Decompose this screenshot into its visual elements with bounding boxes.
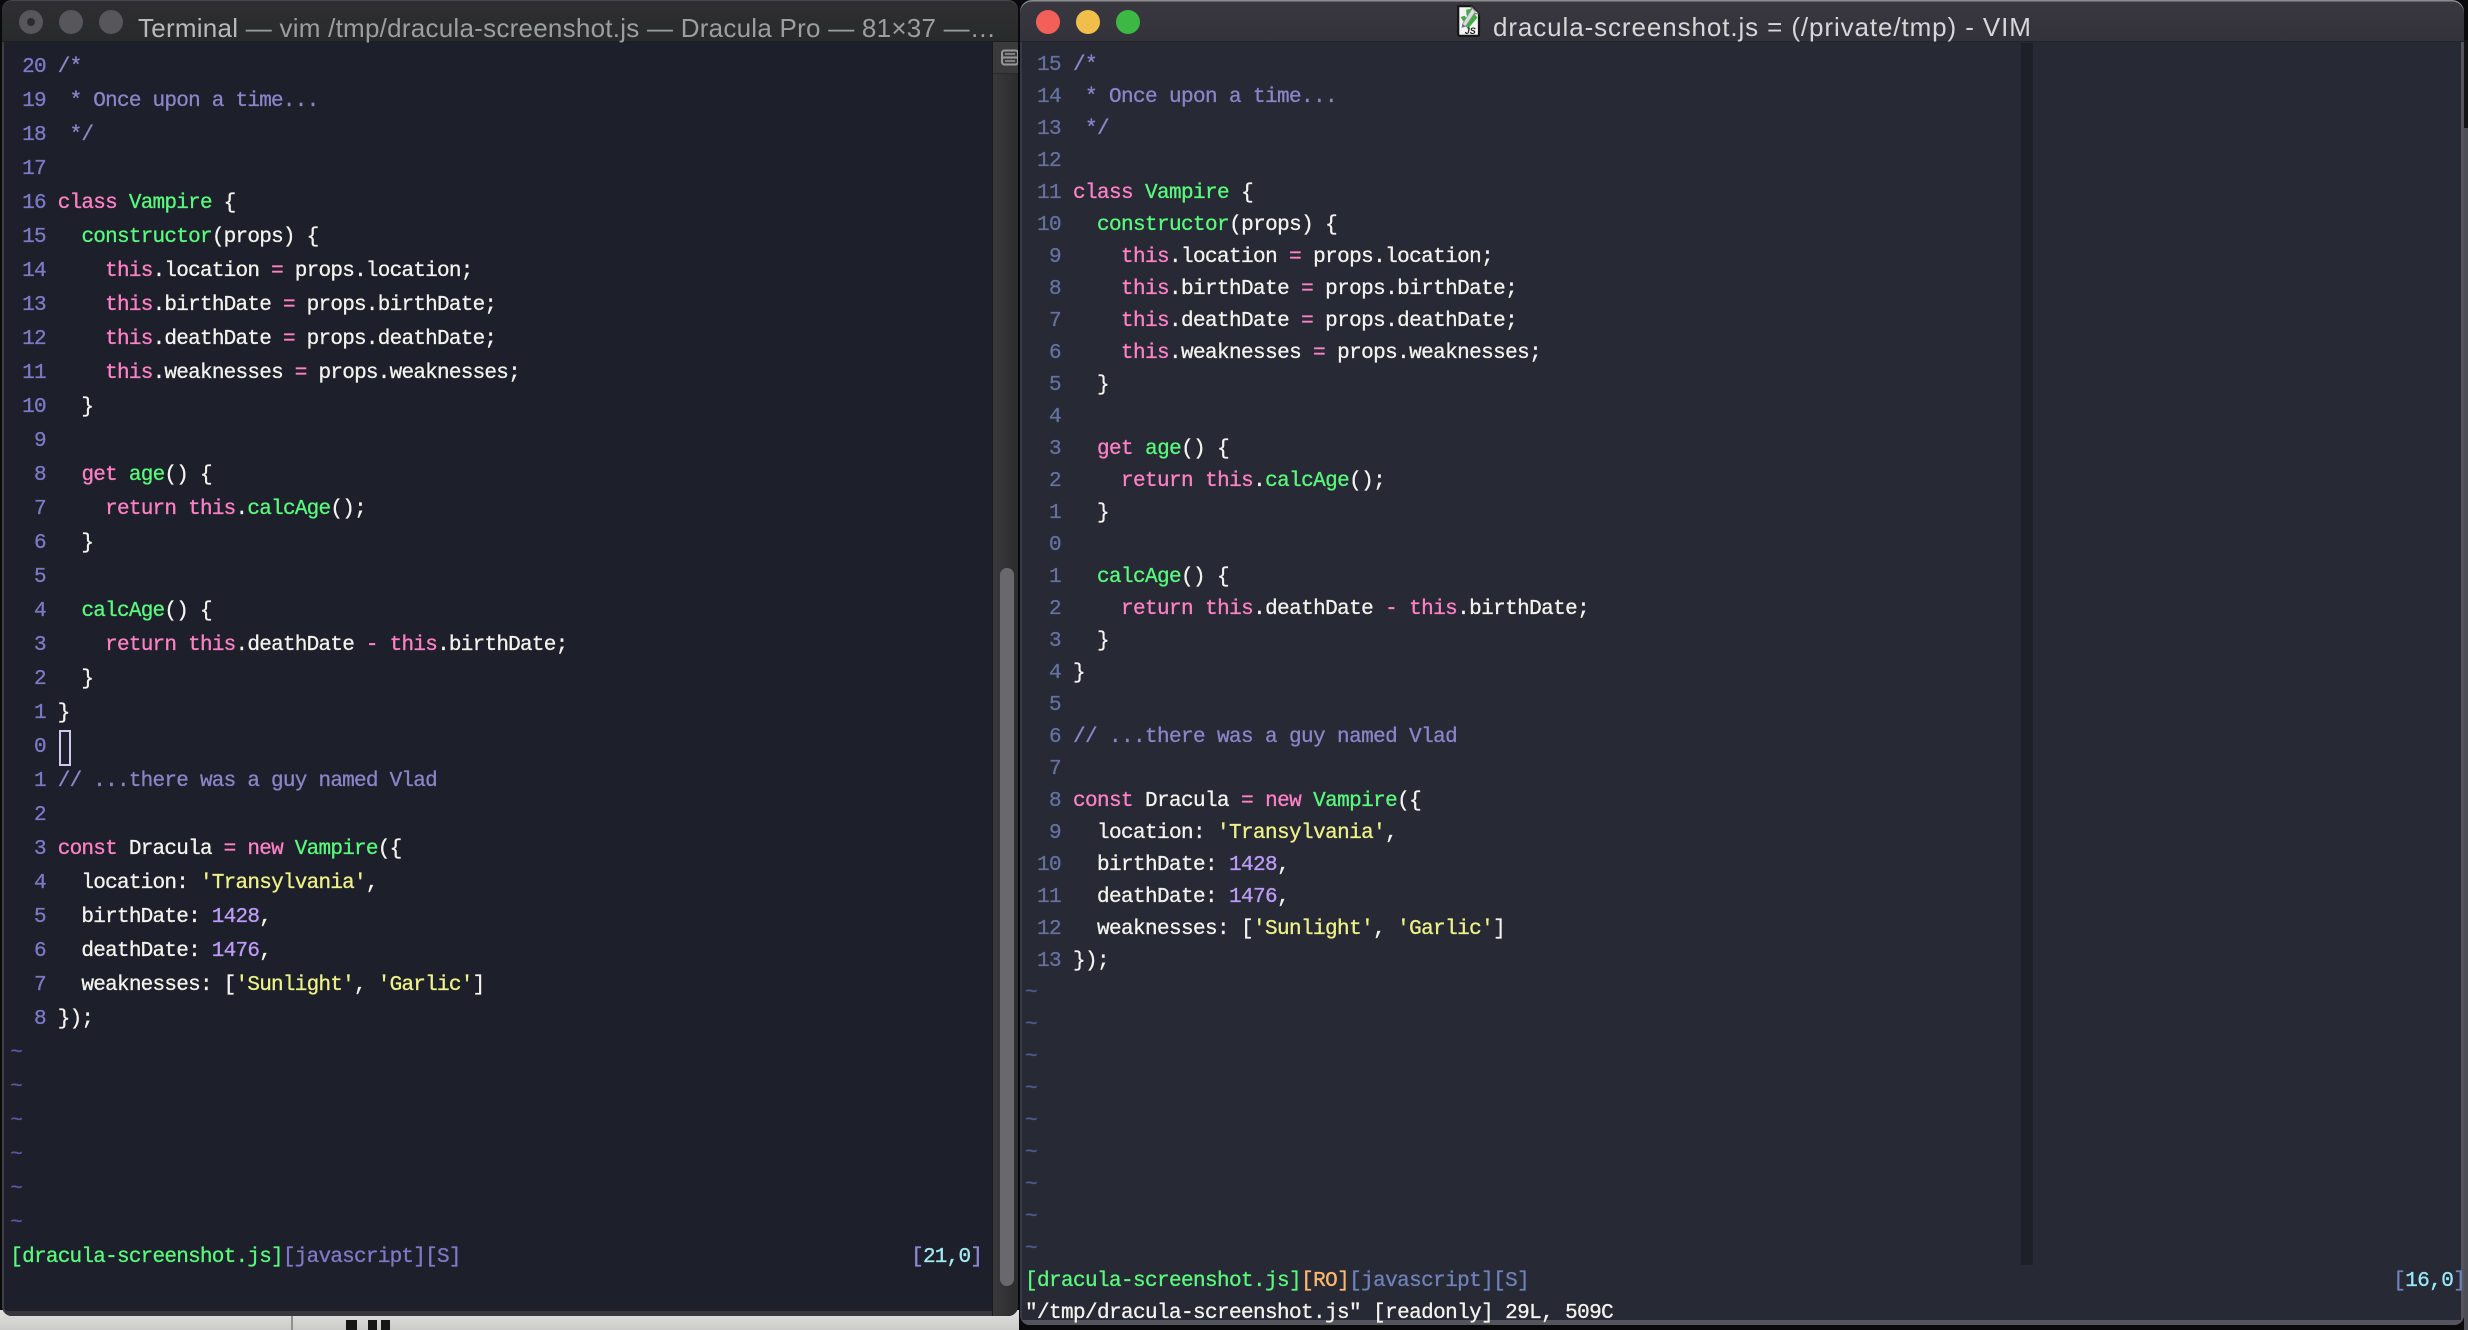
svg-text:JS: JS [1465,26,1476,36]
